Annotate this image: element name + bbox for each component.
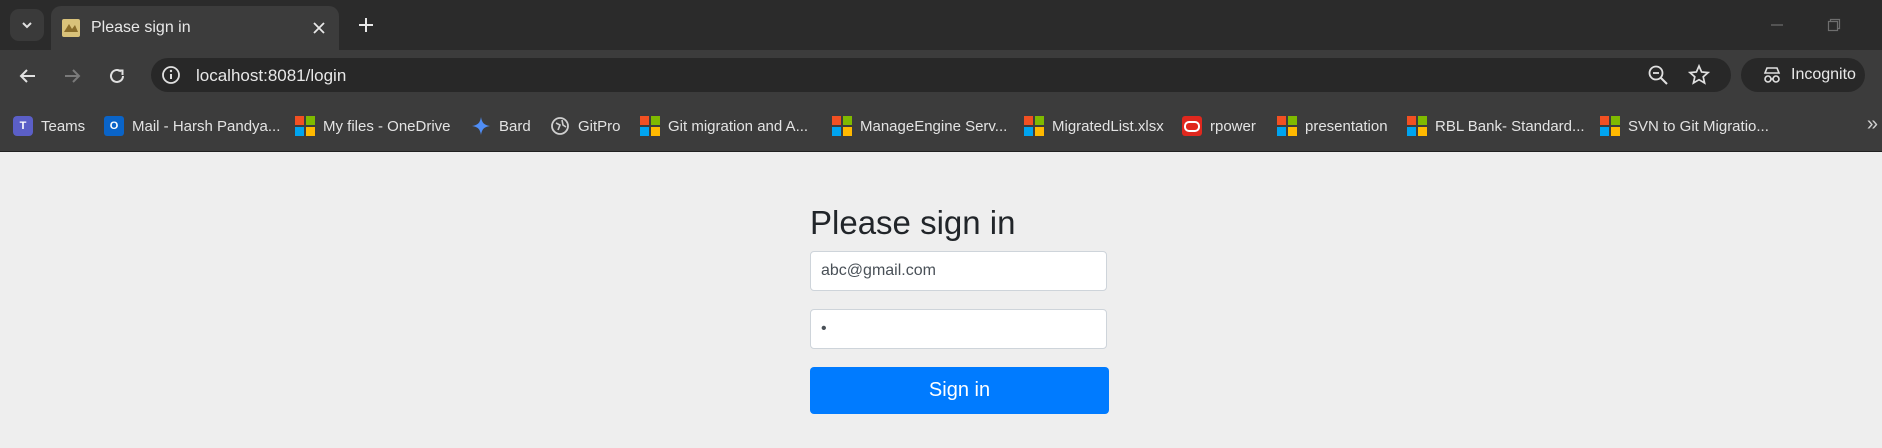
reload-icon	[110, 68, 124, 83]
sign-in-button[interactable]: Sign in	[810, 367, 1109, 414]
arrow-right-icon	[65, 69, 81, 83]
new-tab-button[interactable]	[353, 12, 379, 38]
bookmarks-bar: T Teams O Mail - Harsh Pandya... My file…	[0, 100, 1882, 152]
microsoft-icon	[1277, 116, 1297, 136]
page-content: Please sign in Sign in	[0, 152, 1882, 448]
tab-active[interactable]: Please sign in	[51, 6, 339, 50]
minimize-icon	[1771, 24, 1783, 26]
star-icon[interactable]	[1688, 64, 1710, 86]
incognito-profile-button[interactable]: Incognito	[1741, 58, 1865, 92]
tab-search-button[interactable]	[10, 9, 44, 41]
bookmark-item[interactable]: My files - OneDrive	[295, 115, 451, 137]
oracle-icon	[1182, 116, 1202, 136]
microsoft-icon	[1600, 116, 1620, 136]
reload-button[interactable]	[102, 61, 132, 91]
email-field[interactable]	[810, 251, 1107, 291]
incognito-label: Incognito	[1791, 66, 1856, 83]
teams-icon: T	[13, 116, 33, 136]
bookmark-item[interactable]: presentation	[1277, 115, 1388, 137]
bookmark-item[interactable]: Bard	[471, 115, 531, 137]
tab-title: Please sign in	[91, 19, 191, 36]
outlook-icon: O	[104, 116, 124, 136]
info-icon[interactable]	[161, 65, 181, 85]
chevron-down-icon	[22, 22, 32, 29]
bookmark-item[interactable]: rpower	[1182, 115, 1256, 137]
browser-toolbar: localhost:8081/login Incognito	[0, 50, 1882, 100]
bookmark-item[interactable]: Git migration and A...	[640, 115, 808, 137]
microsoft-icon	[1024, 116, 1044, 136]
incognito-icon	[1763, 67, 1781, 83]
bookmark-item[interactable]: SVN to Git Migratio...	[1600, 115, 1769, 137]
bookmark-item[interactable]: ManageEngine Serv...	[832, 115, 1007, 137]
arrow-left-icon	[19, 69, 35, 83]
bookmarks-overflow-button[interactable]: »	[1867, 113, 1878, 136]
password-field[interactable]	[810, 309, 1107, 349]
bookmark-item[interactable]: MigratedList.xlsx	[1024, 115, 1164, 137]
page-title: Please sign in	[810, 204, 1016, 241]
favicon-icon	[62, 19, 80, 37]
restore-button[interactable]	[1821, 14, 1847, 36]
bookmark-item[interactable]: T Teams	[13, 115, 85, 137]
microsoft-icon	[1407, 116, 1427, 136]
tab-strip: Please sign in	[0, 0, 1882, 50]
close-icon	[313, 22, 325, 34]
microsoft-icon	[640, 116, 660, 136]
url-text[interactable]: localhost:8081/login	[196, 66, 346, 86]
globe-icon	[551, 117, 569, 135]
bookmark-item[interactable]: O Mail - Harsh Pandya...	[104, 115, 280, 137]
close-tab-button[interactable]	[307, 16, 331, 40]
bard-icon	[472, 117, 490, 135]
microsoft-icon	[295, 116, 315, 136]
minimize-button[interactable]	[1764, 14, 1790, 36]
zoom-out-icon[interactable]	[1647, 64, 1669, 86]
bookmark-item[interactable]: GitPro	[550, 115, 621, 137]
plus-icon	[359, 18, 373, 32]
address-bar[interactable]: localhost:8081/login	[151, 58, 1731, 92]
forward-button[interactable]	[57, 61, 87, 91]
back-button[interactable]	[13, 61, 43, 91]
bookmark-item[interactable]: RBL Bank- Standard...	[1407, 115, 1585, 137]
restore-icon	[1827, 18, 1841, 32]
microsoft-icon	[832, 116, 852, 136]
